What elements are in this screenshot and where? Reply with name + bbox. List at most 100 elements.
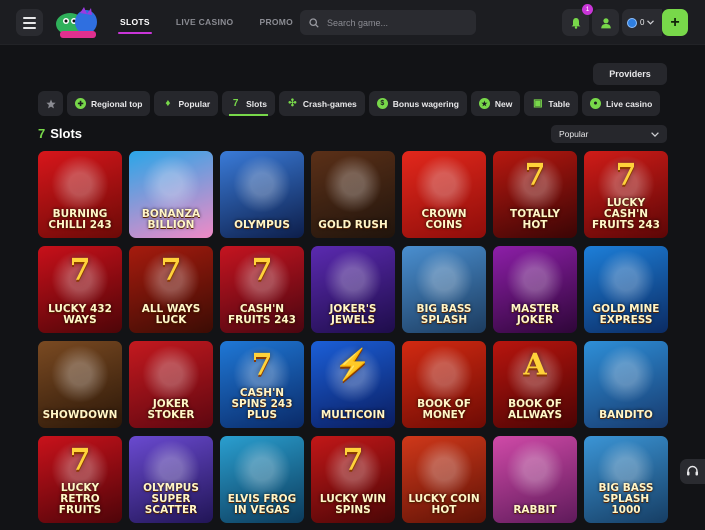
game-tile[interactable]: Burning Chilli 243 bbox=[38, 151, 122, 238]
balance-selector[interactable]: 0 bbox=[622, 9, 662, 36]
crash-icon: ✣ bbox=[288, 98, 297, 109]
game-artwork-glyph: ⚡ bbox=[334, 347, 372, 383]
game-tile[interactable]: Joker's Jewels bbox=[311, 246, 395, 333]
game-tile[interactable]: Olympus bbox=[220, 151, 304, 238]
game-tile[interactable]: ⚡ Multicoin bbox=[311, 341, 395, 428]
new-icon: ★ bbox=[478, 98, 490, 109]
live-icon: ● bbox=[589, 98, 601, 109]
category-label: Bonus wagering bbox=[392, 98, 459, 109]
globe-icon: ✚ bbox=[75, 98, 86, 109]
menu-button[interactable] bbox=[16, 9, 43, 36]
providers-button[interactable]: Providers bbox=[593, 63, 667, 85]
game-artwork-glyph: 7 bbox=[251, 252, 273, 288]
game-tile[interactable]: 7 Totally Hot bbox=[493, 151, 577, 238]
top-bar: SLOTS LIVE CASINO PROMO 1 0 + bbox=[0, 0, 705, 45]
game-tile[interactable]: Rabbit bbox=[493, 436, 577, 523]
game-tile[interactable]: Big Bass Splash bbox=[402, 246, 486, 333]
category-label: Crash-games bbox=[302, 98, 357, 109]
game-artwork-glyph: 7 bbox=[615, 157, 637, 193]
favorites-button[interactable] bbox=[38, 91, 63, 116]
game-tile[interactable]: 7 Cash'n Fruits 243 bbox=[220, 246, 304, 333]
category-label: New bbox=[494, 98, 513, 109]
game-title: Elvis Frog in Vegas bbox=[227, 493, 297, 516]
category-table[interactable]: ▣ Table bbox=[524, 91, 578, 116]
nav-live-casino[interactable]: LIVE CASINO bbox=[176, 0, 234, 45]
game-title: Burning Chilli 243 bbox=[48, 208, 112, 231]
game-tile[interactable]: Olympus Super Scatter bbox=[129, 436, 213, 523]
game-tile[interactable]: Book of Money bbox=[402, 341, 486, 428]
hamburger-line bbox=[23, 21, 36, 24]
bell-icon bbox=[571, 17, 580, 29]
game-title: Showdown bbox=[42, 409, 118, 421]
game-tile[interactable]: 7 All Ways Luck bbox=[129, 246, 213, 333]
game-title: All Ways Luck bbox=[141, 303, 201, 326]
game-tile[interactable]: Big Bass Splash 1000 bbox=[584, 436, 668, 523]
search-input[interactable] bbox=[327, 17, 467, 28]
game-title: Rabbit bbox=[513, 504, 557, 516]
game-title: Crown Coins bbox=[421, 208, 467, 231]
nav-slots[interactable]: SLOTS bbox=[118, 0, 152, 45]
game-title: Olympus Super Scatter bbox=[143, 482, 199, 516]
headset-icon bbox=[687, 465, 698, 476]
site-logo[interactable] bbox=[54, 7, 102, 39]
category-bonus-wagering[interactable]: $ Bonus wagering bbox=[368, 91, 467, 116]
game-artwork-glyph: 7 bbox=[69, 442, 91, 478]
category-popular[interactable]: ♦ Popular bbox=[154, 91, 219, 116]
game-tile[interactable]: A Book of Allways bbox=[493, 341, 577, 428]
game-tile[interactable]: 7 Lucky 432 Ways bbox=[38, 246, 122, 333]
game-title: Big Bass Splash bbox=[416, 303, 472, 326]
nav-promo[interactable]: PROMO bbox=[259, 0, 293, 45]
game-tile[interactable]: Master Joker bbox=[493, 246, 577, 333]
game-artwork-glyph: A bbox=[523, 347, 547, 383]
seven-icon: 7 bbox=[38, 126, 46, 141]
category-label: Popular bbox=[178, 98, 211, 109]
game-tile[interactable]: Bandito bbox=[584, 341, 668, 428]
game-title: Multicoin bbox=[320, 409, 386, 421]
category-regional-top[interactable]: ✚ Regional top bbox=[67, 91, 151, 116]
game-title: Lucky Coin Hot bbox=[408, 493, 480, 516]
game-title: Lucky Cash'n Fruits 243 bbox=[592, 197, 660, 231]
game-title: Book of Allways bbox=[507, 398, 563, 421]
profile-button[interactable] bbox=[592, 9, 619, 36]
coin-icon: $ bbox=[376, 98, 388, 109]
game-tile[interactable]: Crown Coins bbox=[402, 151, 486, 238]
game-grid: Burning Chilli 243 Bonanza Billion Olympus… bbox=[38, 151, 668, 523]
chevron-down-icon bbox=[647, 20, 655, 25]
game-title: Bonanza Billion bbox=[141, 208, 201, 231]
game-tile[interactable]: Joker Stoker bbox=[129, 341, 213, 428]
notifications-button[interactable]: 1 bbox=[562, 4, 593, 36]
game-title: Joker's Jewels bbox=[329, 303, 377, 326]
game-title: Master Joker bbox=[510, 303, 560, 326]
chevron-down-icon bbox=[651, 131, 659, 137]
user-icon bbox=[600, 17, 611, 28]
game-artwork-glyph: 7 bbox=[251, 347, 273, 383]
game-title: Lucky 432 Ways bbox=[48, 303, 112, 326]
game-title: Lucky Win Spins bbox=[319, 493, 387, 516]
game-tile[interactable]: 7 Lucky Win Spins bbox=[311, 436, 395, 523]
search-box[interactable] bbox=[300, 10, 476, 35]
game-title: Big Bass Splash 1000 bbox=[598, 482, 654, 516]
category-live-casino[interactable]: ● Live casino bbox=[581, 91, 661, 116]
game-tile[interactable]: 7 Lucky Retro Fruits bbox=[38, 436, 122, 523]
category-slots[interactable]: 7 Slots bbox=[222, 91, 275, 116]
game-tile[interactable]: 7 Cash'n Spins 243 Plus bbox=[220, 341, 304, 428]
game-title: Cash'n Fruits 243 bbox=[228, 303, 296, 326]
cards-icon: ▣ bbox=[533, 98, 543, 109]
star-icon bbox=[45, 99, 56, 108]
category-crash-games[interactable]: ✣ Crash-games bbox=[278, 91, 365, 116]
game-tile[interactable]: Lucky Coin Hot bbox=[402, 436, 486, 523]
category-new[interactable]: ★ New bbox=[470, 91, 521, 116]
game-tile[interactable]: Gold Rush bbox=[311, 151, 395, 238]
game-tile[interactable]: Showdown bbox=[38, 341, 122, 428]
hamburger-line bbox=[23, 26, 36, 29]
game-tile[interactable]: Elvis Frog in Vegas bbox=[220, 436, 304, 523]
deposit-button[interactable]: + bbox=[662, 9, 688, 36]
category-label: Slots bbox=[246, 98, 267, 109]
game-tile[interactable]: Gold Mine Express bbox=[584, 246, 668, 333]
support-chat-button[interactable] bbox=[680, 459, 705, 484]
sort-select[interactable]: Popular bbox=[551, 125, 667, 143]
game-tile[interactable]: Bonanza Billion bbox=[129, 151, 213, 238]
game-title: Book of Money bbox=[417, 398, 471, 421]
game-artwork-glyph: 7 bbox=[342, 442, 364, 478]
game-tile[interactable]: 7 Lucky Cash'n Fruits 243 bbox=[584, 151, 668, 238]
